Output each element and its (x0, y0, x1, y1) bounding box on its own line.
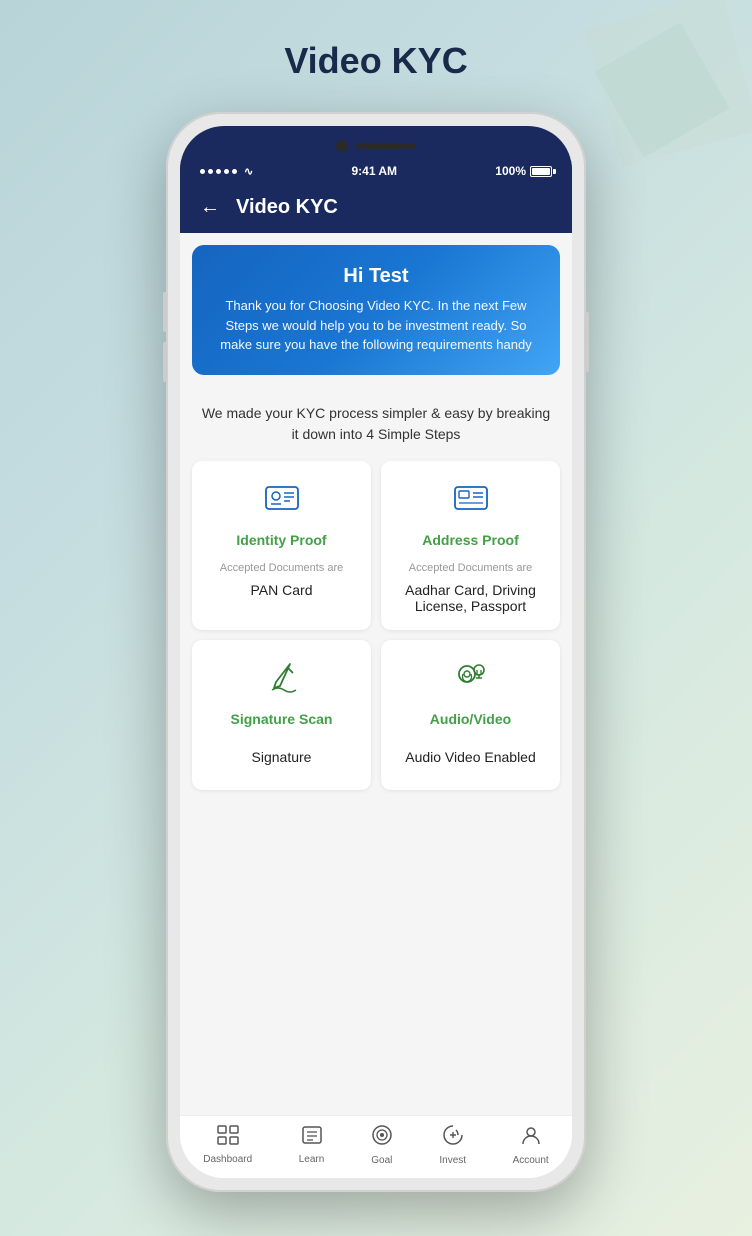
step-card-address[interactable]: Address Proof Accepted Documents are Aad… (381, 461, 560, 630)
dashboard-label: Dashboard (203, 1154, 252, 1165)
learn-label: Learn (299, 1154, 325, 1165)
identity-proof-title: Identity Proof (236, 532, 326, 548)
status-time: 9:41 AM (351, 164, 397, 178)
identity-proof-icon (262, 477, 302, 522)
address-proof-title: Address Proof (422, 532, 518, 548)
signal-area: ∿ (200, 165, 253, 178)
nav-item-goal[interactable]: Goal (371, 1124, 393, 1166)
audio-video-title: Audio/Video (430, 711, 511, 727)
signal-dot-2 (208, 169, 213, 174)
app-content: Hi Test Thank you for Choosing Video KYC… (180, 233, 572, 1115)
audio-video-doc: Audio Video Enabled (405, 749, 536, 765)
speaker-bar (356, 143, 416, 149)
camera-dot (336, 140, 348, 152)
bottom-navigation: Dashboard Learn (180, 1115, 572, 1178)
nav-item-dashboard[interactable]: Dashboard (203, 1125, 252, 1165)
account-icon (520, 1124, 542, 1152)
invest-label: Invest (439, 1155, 466, 1166)
description-text: We made your KYC process simpler & easy … (180, 387, 572, 461)
goal-label: Goal (371, 1155, 392, 1166)
signal-dot-4 (224, 169, 229, 174)
app-header: ← Video KYC (180, 182, 572, 233)
nav-item-invest[interactable]: Invest (439, 1124, 466, 1166)
nav-item-account[interactable]: Account (513, 1124, 549, 1166)
hero-banner: Hi Test Thank you for Choosing Video KYC… (192, 245, 560, 375)
header-title: Video KYC (236, 196, 338, 219)
phone-top-area: ∿ 9:41 AM 100% ← Video KYC (180, 126, 572, 233)
signal-dot-3 (216, 169, 221, 174)
battery-fill (532, 168, 550, 175)
battery-percent-label: 100% (495, 164, 526, 178)
wifi-icon: ∿ (244, 165, 253, 178)
identity-proof-doc: PAN Card (251, 582, 313, 598)
goal-icon (371, 1124, 393, 1152)
address-proof-doc: Aadhar Card, Driving License, Passport (393, 582, 548, 614)
account-label: Account (513, 1155, 549, 1166)
nav-item-learn[interactable]: Learn (299, 1125, 325, 1165)
phone-frame: ∿ 9:41 AM 100% ← Video KYC (166, 112, 586, 1192)
signal-dot-5 (232, 169, 237, 174)
phone-button-volume-down (163, 342, 167, 382)
signature-scan-title: Signature Scan (231, 711, 333, 727)
signature-scan-icon (262, 656, 302, 701)
learn-icon (301, 1125, 323, 1151)
camera-notch (180, 140, 572, 160)
step-card-audio-video[interactable]: Audio/Video Audio Video Enabled (381, 640, 560, 790)
audio-video-icon (451, 656, 491, 701)
status-bar: ∿ 9:41 AM 100% (180, 160, 572, 182)
phone-screen: ∿ 9:41 AM 100% ← Video KYC (180, 126, 572, 1178)
battery-area: 100% (495, 164, 552, 178)
phone-button-volume-up (163, 292, 167, 332)
page-title: Video KYC (284, 40, 467, 82)
invest-icon (442, 1124, 464, 1152)
hero-greeting: Hi Test (208, 265, 544, 288)
battery-icon (530, 166, 552, 177)
signal-dot-1 (200, 169, 205, 174)
step-card-signature[interactable]: Signature Scan Signature (192, 640, 371, 790)
hero-subtitle: Thank you for Choosing Video KYC. In the… (208, 296, 544, 355)
dashboard-icon (217, 1125, 239, 1151)
back-button[interactable]: ← (200, 196, 220, 219)
address-proof-accepted-label: Accepted Documents are (409, 562, 533, 574)
identity-proof-accepted-label: Accepted Documents are (220, 562, 344, 574)
signature-doc: Signature (252, 749, 312, 765)
phone-button-power (585, 312, 589, 372)
steps-grid: Identity Proof Accepted Documents are PA… (180, 461, 572, 800)
address-proof-icon (451, 477, 491, 522)
step-card-identity[interactable]: Identity Proof Accepted Documents are PA… (192, 461, 371, 630)
